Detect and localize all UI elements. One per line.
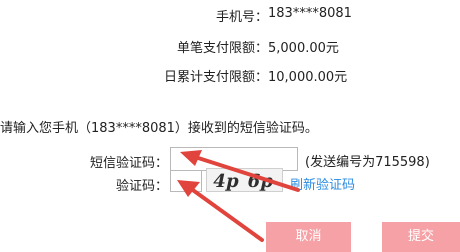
captcha-input[interactable] [170,170,202,192]
single-limit-value: 5,000.00元 [268,41,339,56]
daily-limit-value: 10,000.00元 [268,70,348,85]
single-limit-label: 单笔支付限额： [176,41,268,56]
captcha-label: 验证码： [115,179,168,194]
phone-label: 手机号： [215,10,268,25]
captcha-image[interactable]: 4p 6p [206,168,283,192]
sms-instruction: 请输入您手机（183****8081）接收到的短信验证码。 [0,121,318,136]
submit-button[interactable]: 提交 [382,222,460,252]
refresh-captcha-link[interactable]: 刷新验证码 [290,174,355,193]
phone-value: 183****8081 [268,6,352,21]
cancel-button[interactable]: 取消 [266,222,351,252]
send-number-note: (发送编号为715598) [305,155,430,170]
sms-code-label: 短信验证码： [89,156,168,171]
daily-limit-label: 日累计支付限额： [163,70,268,85]
captcha-image-text: 4p 6p [210,171,277,192]
